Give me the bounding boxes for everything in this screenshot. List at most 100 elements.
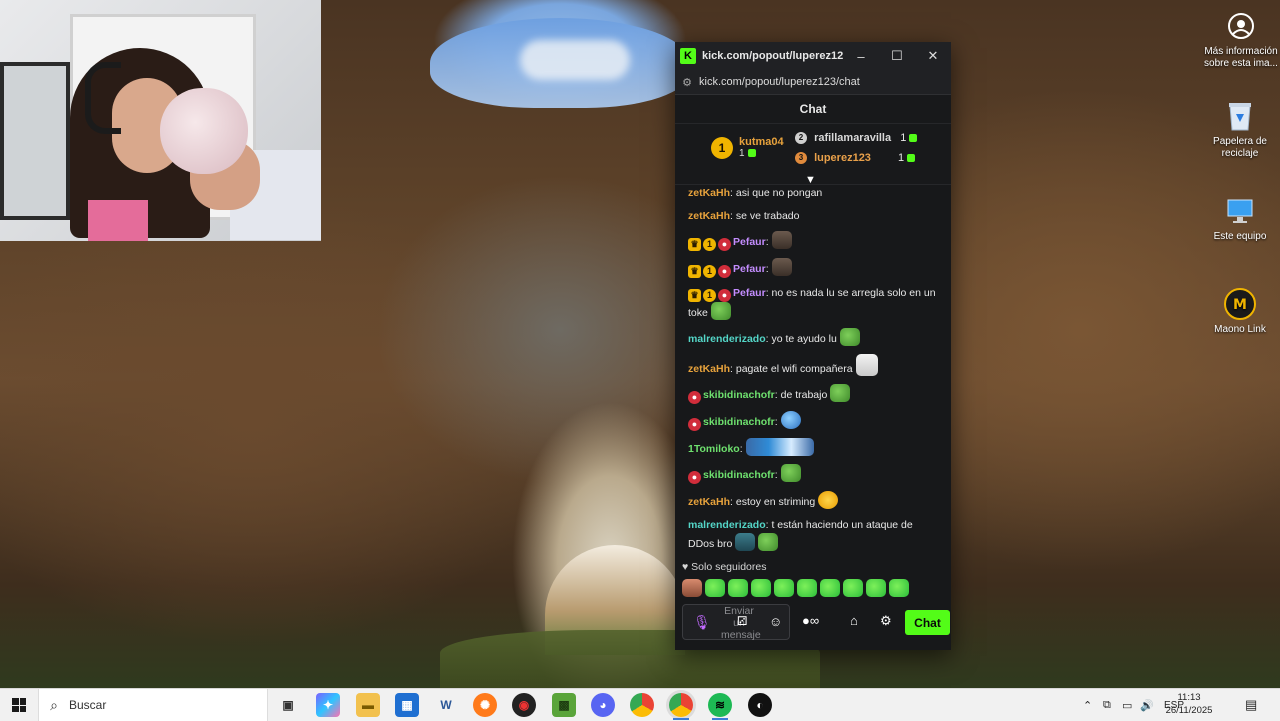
chat-username[interactable]: zetKaHh [688, 187, 730, 199]
ghost-emote-icon [735, 533, 756, 551]
emote-button[interactable] [728, 579, 748, 597]
desktop-icon-maono-link[interactable]: M Maono Link [1201, 288, 1279, 336]
search-icon: ⌕ [50, 696, 58, 713]
window-titlebar[interactable]: K kick.com/popout/luperez123/ch... – ☐ ✕ [675, 42, 951, 70]
clock[interactable]: 11:13 26/11/2025 [1165, 691, 1213, 717]
minecraft-icon[interactable]: ▩ [552, 693, 576, 717]
gift-leaderboard: 1 kutma04 1 2 rafillamaravilla 1 3 luper… [675, 124, 951, 186]
word-icon[interactable]: W [434, 693, 458, 717]
tray-app-icon[interactable]: ⧉ [1103, 689, 1111, 721]
microphone-icon[interactable]: 🎙 [693, 614, 711, 630]
chat-input[interactable]: 🎙 Enviar un mensaje ⚂ ☺ [682, 604, 790, 641]
subscriber-badge-icon: ● [688, 471, 701, 484]
network-icon[interactable]: ▭ [1122, 689, 1132, 721]
copilot-icon[interactable]: ✦ [316, 693, 340, 717]
app-orange-icon[interactable]: ✺ [473, 693, 497, 717]
webcam-person-top [88, 200, 148, 241]
gift-icon[interactable]: ⚂ [737, 614, 747, 628]
chat-username[interactable]: Pefaur [733, 263, 766, 275]
subscriber-badge-icon: ● [688, 391, 701, 404]
chat-username[interactable]: malrenderizado [688, 333, 766, 345]
obs-icon[interactable]: ◉ [512, 693, 536, 717]
person-emote-icon [855, 354, 878, 376]
desktop-icon-this-pc[interactable]: Este equipo [1201, 195, 1279, 243]
leaderboard-third-name[interactable]: luperez123 [814, 152, 871, 164]
leaderboard-third: 3 luperez123 1 [795, 152, 916, 165]
chat-username[interactable]: skibidinachofr [703, 389, 775, 401]
emote-button[interactable] [705, 579, 725, 597]
chat-text: : yo te ayudo lu [765, 333, 837, 345]
emote-button[interactable] [820, 579, 840, 597]
address-bar[interactable]: ⚙ kick.com/popout/luperez123/chat [675, 70, 951, 95]
chat-message: ● skibidinachofr: [675, 411, 951, 431]
subscriber-badge-icon: ● [688, 418, 701, 431]
earth-emote-icon [780, 411, 801, 429]
tray-chevron-icon[interactable]: ⌃ [1083, 689, 1092, 721]
leaderboard-third-count: 1 [898, 152, 905, 164]
emote-button[interactable] [843, 579, 863, 597]
leaderboard-second-name[interactable]: rafillamaravilla [814, 132, 891, 144]
file-explorer-icon[interactable]: ▬ [356, 693, 380, 717]
desktop-icon-image-info[interactable]: Más información sobre esta ima... [1201, 10, 1280, 70]
desktop-icon-label: Maono Link [1214, 324, 1266, 335]
chat-username[interactable]: zetKaHh [688, 496, 730, 508]
laughing-emote-icon [818, 491, 839, 509]
chat-messages[interactable]: zetKaHh: asi que no pongan zetKaHh: se v… [675, 185, 951, 557]
chrome-icon[interactable] [630, 693, 654, 717]
send-chat-button[interactable]: Chat [905, 610, 950, 635]
close-button[interactable]: ✕ [915, 48, 951, 64]
emote-button[interactable] [682, 579, 702, 597]
emote-button[interactable] [751, 579, 771, 597]
app-dark-icon[interactable]: ◐ [748, 693, 772, 717]
face-emote-icon [771, 258, 792, 276]
emote-button[interactable] [866, 579, 886, 597]
chat-username[interactable]: skibidinachofr [703, 416, 775, 428]
wide-emote-icon [745, 438, 814, 456]
chat-username[interactable]: 1Tomiloko [688, 443, 740, 455]
task-view-icon[interactable]: ▣ [276, 693, 300, 717]
webcam-mirror [0, 62, 70, 220]
chat-username[interactable]: malrenderizado [688, 519, 766, 531]
kicks-icon[interactable]: ●∞ [802, 613, 819, 628]
chrome-profile-icon[interactable] [669, 693, 693, 717]
chat-username[interactable]: Pefaur [733, 236, 766, 248]
chat-message: ● skibidinachofr: [675, 464, 951, 484]
leaderboard-first-name[interactable]: kutma04 [739, 136, 784, 148]
microsoft-store-icon[interactable]: ▦ [395, 693, 419, 717]
emoji-picker-icon[interactable]: ☺ [769, 614, 782, 629]
chat-message: ● skibidinachofr: de trabajo [675, 384, 951, 404]
desktop-icon-recycle-bin[interactable]: Papelera de reciclaje [1201, 100, 1279, 160]
settings-gear-icon[interactable]: ⚙ [880, 613, 892, 629]
emote-button[interactable] [774, 579, 794, 597]
minimize-button[interactable]: – [843, 49, 879, 64]
store-icon[interactable]: ⌂ [850, 613, 858, 628]
subscriber-badge-icon: ● [718, 265, 731, 278]
desktop-icon-label: Papelera de reciclaje [1213, 136, 1267, 159]
taskbar-search[interactable]: ⌕ Buscar [38, 689, 268, 721]
discord-icon[interactable]: ◕ [591, 693, 615, 717]
emote-button[interactable] [797, 579, 817, 597]
notifications-icon[interactable]: ▤ [1245, 689, 1257, 721]
chat-text: : de trabajo [774, 389, 828, 401]
chat-message: ♛ 1 ● Pefaur: [675, 231, 951, 251]
face-emote-icon [771, 231, 792, 249]
pepe-emote-icon [758, 533, 779, 551]
crown-badge-icon: ♛ [688, 289, 701, 302]
volume-icon[interactable]: 🔊 [1140, 689, 1154, 721]
gifter-badge-icon: 1 [703, 265, 716, 278]
kick-logo-icon: K [680, 48, 696, 64]
maximize-button[interactable]: ☐ [879, 48, 915, 64]
emote-button[interactable] [889, 579, 909, 597]
chat-username[interactable]: zetKaHh [688, 363, 730, 375]
spotify-icon[interactable]: ≋ [708, 693, 732, 717]
chat-username[interactable]: skibidinachofr [703, 469, 775, 481]
start-button[interactable] [0, 698, 38, 712]
leaderboard-first: 1 kutma04 1 [711, 136, 784, 159]
desktop-icon-label: Este equipo [1213, 231, 1267, 242]
windows-logo-icon [12, 698, 26, 712]
site-settings-icon[interactable]: ⚙ [675, 76, 699, 89]
chat-username[interactable]: zetKaHh [688, 210, 730, 222]
rank-one-medal-icon: 1 [711, 136, 733, 159]
chat-text: : pagate el wifi compañera [730, 363, 853, 375]
chat-username[interactable]: Pefaur [733, 287, 766, 299]
